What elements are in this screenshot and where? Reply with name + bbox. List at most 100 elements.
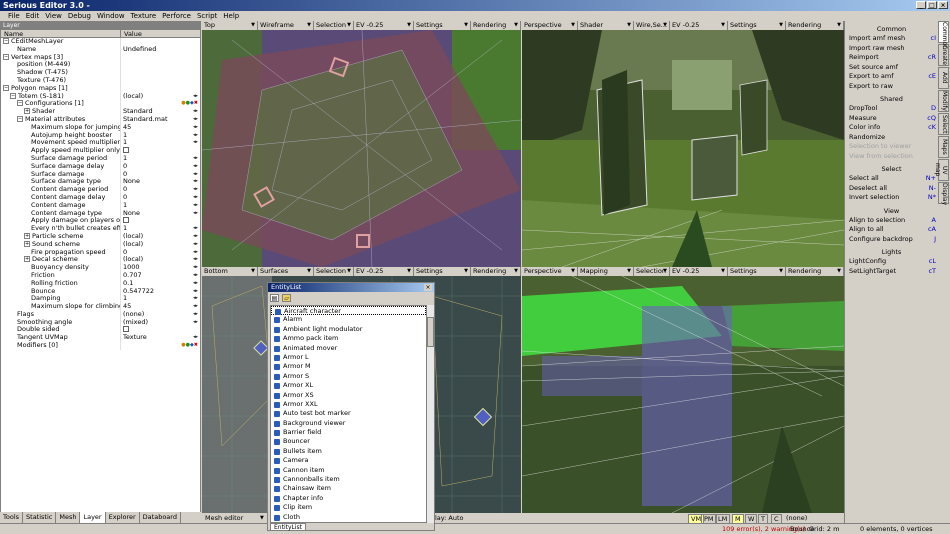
tab-explorer[interactable]: Explorer — [106, 512, 140, 523]
property-row[interactable]: Modifiers [0] ●●◆✖ — [1, 342, 200, 350]
vtab-maps[interactable]: Maps — [938, 136, 949, 158]
viewport-dropdown[interactable]: Settings ▼ — [414, 267, 471, 276]
dropdown-arrow-icon[interactable]: ▼ — [779, 21, 783, 30]
list-item[interactable]: Cloth — [271, 513, 426, 522]
property-value[interactable]: 1 ◂▸ — [121, 225, 200, 233]
property-row[interactable]: − Totem (S-181) (local) ◂▸ — [1, 92, 200, 101]
viewport-dropdown[interactable]: Wireframe ▼ — [258, 21, 314, 30]
arrows-icon[interactable]: ◂▸ — [193, 241, 198, 249]
checkbox[interactable] — [123, 217, 129, 224]
property-row[interactable]: Apply damage on players onl — [1, 217, 200, 226]
arrows-icon[interactable]: ◂▸ — [193, 264, 198, 272]
dropdown-arrow-icon[interactable]: ▼ — [627, 21, 631, 30]
property-value[interactable] — [121, 147, 200, 155]
arrows-icon[interactable]: ◂▸ — [193, 124, 198, 132]
close-button[interactable]: × — [938, 1, 948, 9]
property-row[interactable]: Smoothing angle (mixed) ◂▸ — [1, 318, 200, 327]
property-value[interactable]: Standard.mat ◂▸ — [121, 116, 200, 124]
property-row[interactable]: Surface damage 0 ◂▸ — [1, 170, 200, 179]
list-item[interactable]: Cannonballs item — [271, 475, 426, 484]
property-value[interactable]: 0 ◂▸ — [121, 171, 200, 179]
arrows-icon[interactable]: ◂▸ — [193, 303, 198, 311]
property-value[interactable]: 1 ◂▸ — [121, 202, 200, 210]
property-row[interactable]: Content damage delay 0 ◂▸ — [1, 193, 200, 202]
property-row[interactable]: Double sided — [1, 326, 200, 335]
property-value[interactable]: (mixed) ◂▸ — [121, 319, 200, 327]
vtab-modify[interactable]: Modify — [938, 90, 949, 112]
config-buttons[interactable]: ●●◆✖ — [181, 342, 198, 350]
property-value[interactable]: (none) ◂▸ — [121, 311, 200, 319]
scrollbar[interactable] — [427, 305, 434, 523]
arrows-icon[interactable]: ◂▸ — [193, 225, 198, 233]
list-item[interactable]: Ambient light modulator — [271, 325, 426, 334]
arrows-icon[interactable]: ◂▸ — [193, 116, 198, 124]
list-item[interactable]: Animated mover — [271, 344, 426, 353]
folder-icon[interactable]: ▱ — [282, 294, 291, 302]
list-item[interactable]: Armor S — [271, 372, 426, 381]
delete-icon[interactable]: ✖ — [194, 342, 198, 348]
play-mode-dropdown[interactable]: lay: Auto — [435, 513, 464, 523]
arrows-icon[interactable]: ◂▸ — [193, 280, 198, 288]
arrows-icon[interactable]: ◂▸ — [193, 139, 198, 147]
arrows-icon[interactable]: ◂▸ — [193, 108, 198, 116]
list-item[interactable]: Auto test bot marker — [271, 409, 426, 418]
property-row[interactable]: Maximum slope for jumping 45 ◂▸ — [1, 123, 200, 132]
tab-tools[interactable]: Tools — [0, 512, 24, 523]
property-row[interactable]: Movement speed multiplier 1 ◂▸ — [1, 139, 200, 148]
arrows-icon[interactable]: ◂▸ — [193, 202, 198, 210]
list-item[interactable]: Background viewer — [271, 419, 426, 428]
property-value[interactable] — [121, 217, 200, 225]
property-value[interactable] — [121, 85, 200, 93]
property-row[interactable]: − CEditMeshLayer — [1, 38, 200, 46]
property-value[interactable]: 0.547722 ◂▸ — [121, 288, 200, 296]
viewport-dropdown[interactable]: EV -0.25 ▼ — [670, 267, 728, 276]
property-value[interactable]: (local) ◂▸ — [121, 256, 200, 264]
property-value[interactable]: Texture ◂▸ — [121, 334, 200, 342]
property-row[interactable]: Damping 1 ◂▸ — [1, 295, 200, 304]
viewport-dropdown[interactable]: Shader ▼ — [578, 21, 634, 30]
menu-perforce[interactable]: Perforce — [162, 11, 191, 21]
mode-dropdown[interactable]: Mesh editor — [205, 513, 243, 523]
command-item[interactable]: Measure cQ — [845, 114, 938, 124]
collapse-icon[interactable]: − — [3, 84, 9, 91]
vtab-add[interactable]: Add — [938, 67, 949, 89]
property-value[interactable]: (local) ◂▸ — [121, 93, 200, 101]
command-item[interactable]: SetLightTarget cT — [845, 267, 938, 277]
arrows-icon[interactable]: ◂▸ — [193, 93, 198, 101]
list-item[interactable]: Alarm — [271, 315, 426, 324]
property-row[interactable]: position (M-449) — [1, 61, 200, 70]
property-value[interactable]: Undefined — [121, 46, 200, 54]
command-item[interactable]: Color info cK — [845, 123, 938, 133]
command-item[interactable]: Align to all cA — [845, 225, 938, 235]
dropdown-arrow-icon[interactable]: ▼ — [663, 267, 667, 276]
arrows-icon[interactable]: ◂▸ — [193, 272, 198, 280]
list-item[interactable]: Camera — [271, 456, 426, 465]
property-row[interactable]: Autojump height booster 1 ◂▸ — [1, 131, 200, 140]
expand-icon[interactable]: + — [24, 256, 30, 263]
delete-icon[interactable]: ✖ — [194, 100, 198, 106]
viewport-dropdown[interactable]: Rendering ▼ — [471, 267, 521, 276]
viewport-dropdown[interactable]: Selection ▼ — [314, 267, 354, 276]
dropdown-arrow-icon[interactable]: ▼ — [407, 267, 411, 276]
dropdown-arrow-icon[interactable]: ▼ — [464, 21, 468, 30]
viewport-dropdown[interactable]: Perspective ▼ — [522, 267, 578, 276]
viewport-dropdown[interactable]: EV -0.25 ▼ — [354, 21, 414, 30]
property-value[interactable]: (local) ◂▸ — [121, 233, 200, 241]
dropdown-arrow-icon[interactable]: ▼ — [627, 267, 631, 276]
menu-script[interactable]: Script — [197, 11, 217, 21]
property-row[interactable]: Texture (T-476) — [1, 76, 200, 85]
dropdown-arrow-icon[interactable]: ▼ — [837, 21, 841, 30]
arrows-icon[interactable]: ◂▸ — [193, 233, 198, 241]
tab-layer[interactable]: Layer — [80, 512, 106, 523]
property-value[interactable]: 0 ◂▸ — [121, 186, 200, 194]
arrows-icon[interactable]: ◂▸ — [193, 249, 198, 257]
tab-statistic[interactable]: Statistic — [23, 512, 57, 523]
dropdown-arrow-icon[interactable]: ▼ — [251, 21, 255, 30]
viewport-dropdown[interactable]: Selection ▼ — [314, 21, 354, 30]
arrows-icon[interactable]: ◂▸ — [193, 178, 198, 186]
arrows-icon[interactable]: ◂▸ — [193, 295, 198, 303]
property-row[interactable]: + Shader Standard ◂▸ — [1, 108, 200, 116]
dropdown-arrow-icon[interactable]: ▼ — [251, 267, 255, 276]
command-item[interactable]: Set source amf — [845, 63, 938, 73]
vtab-common[interactable]: Common — [938, 21, 949, 49]
